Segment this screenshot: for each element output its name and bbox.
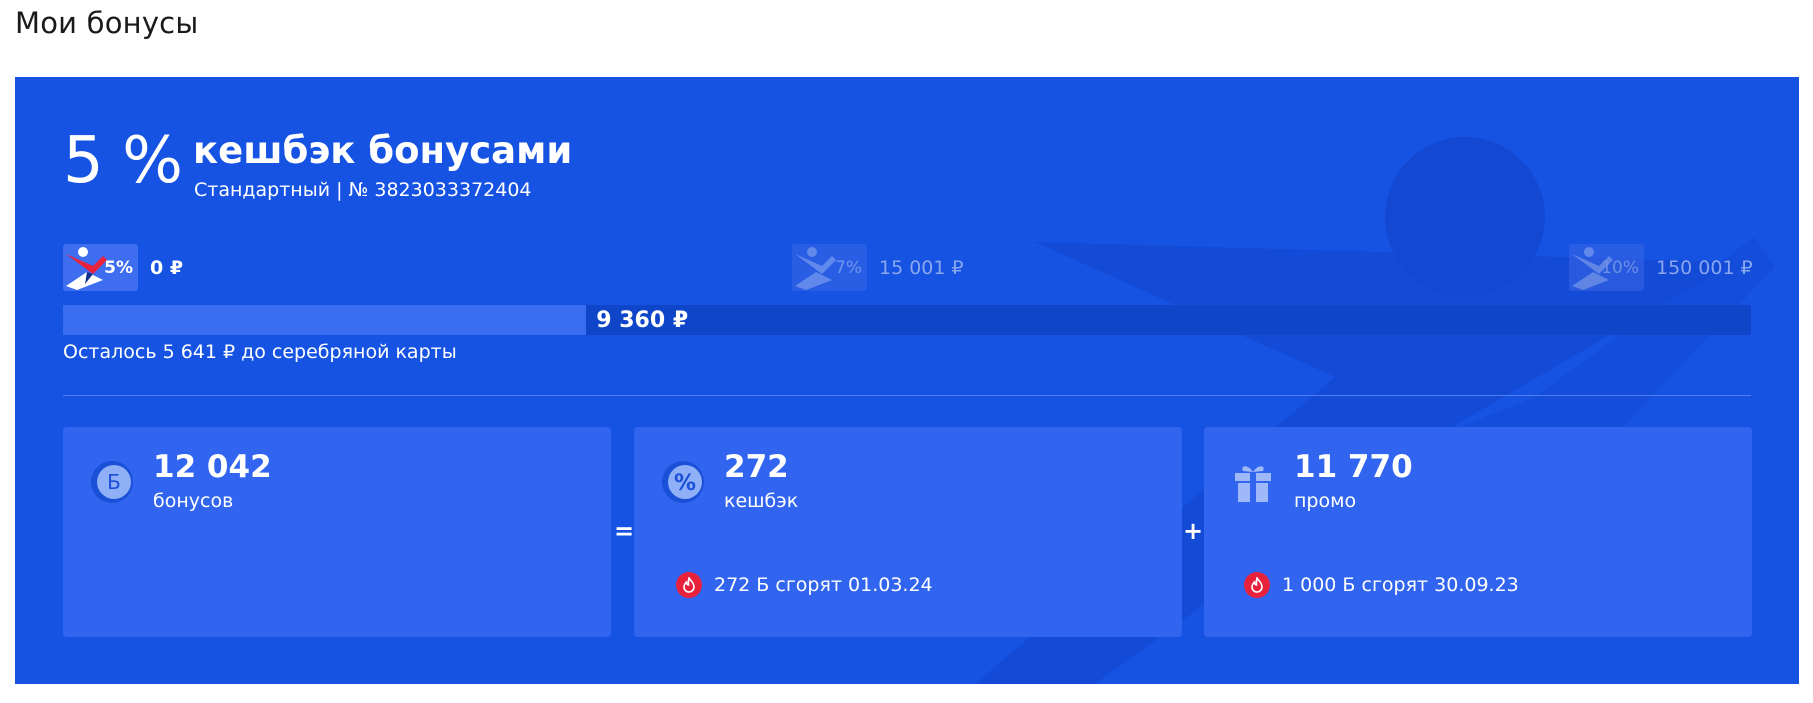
progress-bar: 9 360 ₽	[63, 305, 1751, 335]
level-badge: 5%	[63, 244, 138, 291]
promo-value: 11 770	[1294, 449, 1413, 485]
page-title: Мои бонусы	[15, 6, 199, 40]
promo-expiry-text: 1 000 Б сгорят 30.09.23	[1282, 574, 1519, 596]
total-bonuses-label: бонусов	[153, 490, 234, 512]
cashback-expiry-text: 272 Б сгорят 01.03.24	[714, 574, 933, 596]
total-bonuses-value: 12 042	[153, 449, 272, 485]
cashback-value: 272	[724, 449, 789, 485]
cashback-expiry: 272 Б сгорят 01.03.24	[676, 572, 933, 598]
bonus-panel: 5 % кешбэк бонусами Стандартный | № 3823…	[15, 77, 1799, 684]
cashback-label: кешбэк	[724, 490, 799, 512]
progress-fill	[63, 305, 587, 335]
gift-icon	[1235, 466, 1271, 502]
remaining-to-next-level: Осталось 5 641 ₽ до серебряной карты	[63, 341, 457, 363]
card-info: Стандартный | № 3823033372404	[194, 179, 532, 201]
level-percent: 5%	[104, 258, 133, 278]
promo-card: 11 770 промо 1 000 Б сгорят 30.09.23	[1204, 427, 1752, 637]
level-badge: 10%	[1569, 244, 1644, 291]
bonus-coin-letter: Б	[107, 470, 121, 494]
percent-symbol: %	[674, 471, 696, 496]
level-threshold: 0 ₽	[150, 256, 184, 279]
fire-icon	[676, 572, 702, 598]
bonus-coin-icon: Б	[91, 461, 133, 503]
plus-sign: +	[1183, 517, 1204, 545]
cashback-card: % 272 кешбэк 272 Б сгорят 01.03.24	[634, 427, 1182, 637]
total-bonuses-card: Б 12 042 бонусов	[63, 427, 611, 637]
promo-label: промо	[1294, 490, 1357, 512]
level-marker-silver: 7% 15 001 ₽	[792, 244, 964, 291]
progress-value: 9 360 ₽	[596, 308, 689, 333]
level-marker-gold: 10% 150 001 ₽	[1569, 244, 1753, 291]
level-percent: 10%	[1601, 258, 1639, 278]
level-threshold: 15 001 ₽	[879, 256, 964, 279]
cashback-title: кешбэк бонусами	[193, 129, 573, 172]
level-marker-standard: 5% 0 ₽	[63, 244, 183, 291]
promo-expiry: 1 000 Б сгорят 30.09.23	[1244, 572, 1519, 598]
cashback-rate: 5 %	[63, 124, 183, 198]
level-percent: 7%	[835, 258, 862, 278]
divider	[63, 395, 1751, 396]
equals-sign: =	[614, 517, 635, 545]
fire-icon	[1244, 572, 1270, 598]
level-badge: 7%	[792, 244, 867, 291]
percent-icon: %	[662, 461, 704, 503]
level-threshold: 150 001 ₽	[1656, 256, 1753, 279]
